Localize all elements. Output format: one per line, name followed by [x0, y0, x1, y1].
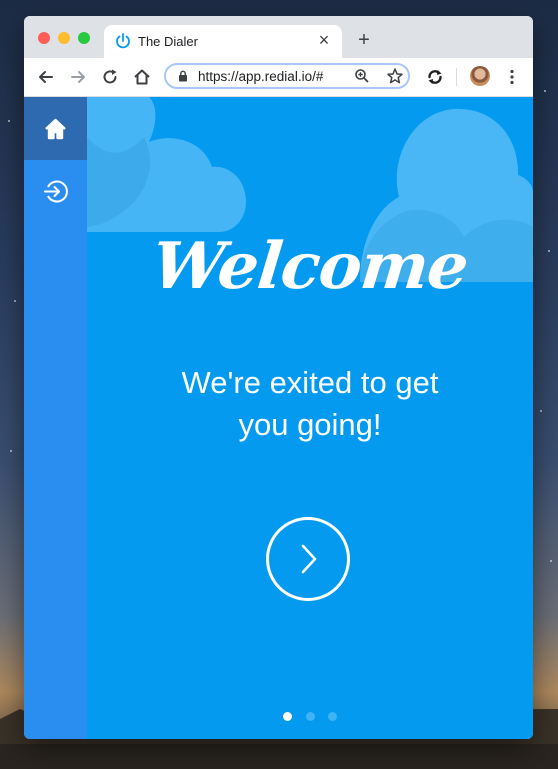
- forward-icon[interactable]: [68, 67, 88, 87]
- minimize-window-button[interactable]: [58, 32, 70, 44]
- close-window-button[interactable]: [38, 32, 50, 44]
- subtitle-line-2: you going!: [238, 407, 382, 442]
- welcome-subtitle: We're exited to get you going!: [87, 362, 533, 446]
- subtitle-line-1: We're exited to get: [181, 365, 439, 400]
- toolbar-divider: [456, 68, 457, 86]
- address-bar[interactable]: https://app.redial.io/#: [164, 63, 410, 89]
- bookmark-star-icon[interactable]: [386, 67, 404, 85]
- url-text: https://app.redial.io/#: [198, 69, 324, 84]
- app-content: Welcome We're exited to get you going!: [24, 97, 533, 739]
- lock-icon: [179, 70, 187, 82]
- sidebar-item-sign-in[interactable]: [24, 160, 87, 223]
- new-tab-button[interactable]: +: [354, 30, 374, 50]
- title-bar: The Dialer × +: [24, 16, 533, 58]
- sync-extension-icon[interactable]: [425, 67, 445, 87]
- back-icon[interactable]: [36, 67, 56, 87]
- tab-title: The Dialer: [138, 34, 198, 49]
- browser-window: The Dialer × + https://app.redial.io/# W…: [24, 16, 533, 739]
- next-button[interactable]: [266, 517, 350, 601]
- menu-icon[interactable]: [502, 67, 522, 87]
- browser-tab[interactable]: The Dialer ×: [104, 25, 342, 58]
- profile-avatar[interactable]: [470, 66, 490, 86]
- welcome-title: Welcome: [148, 229, 472, 304]
- reload-icon[interactable]: [100, 67, 120, 87]
- browser-toolbar: https://app.redial.io/#: [24, 58, 533, 97]
- power-icon: [116, 33, 130, 49]
- zoom-icon[interactable]: [354, 68, 370, 84]
- pagination-dot-2[interactable]: [306, 712, 315, 721]
- sign-in-icon: [44, 180, 68, 203]
- chevron-right-icon: [301, 544, 317, 574]
- maximize-window-button[interactable]: [78, 32, 90, 44]
- home-icon: [45, 118, 66, 140]
- sidebar: [24, 97, 87, 739]
- pagination-dot-1[interactable]: [283, 712, 292, 721]
- close-tab-icon[interactable]: ×: [314, 30, 334, 50]
- pagination-dot-3[interactable]: [328, 712, 337, 721]
- home-button-icon[interactable]: [132, 67, 152, 87]
- sidebar-item-home[interactable]: [24, 97, 87, 160]
